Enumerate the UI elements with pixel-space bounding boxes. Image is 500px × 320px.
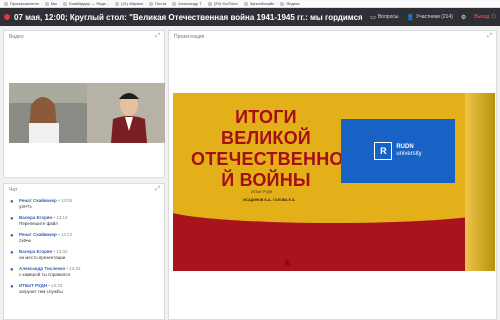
- chat-message: ● Ренат Скайвокер • 13:12 zx6•w: [10, 232, 73, 243]
- bookmark[interactable]: Мы: [45, 1, 57, 6]
- settings-button[interactable]: ⚙: [461, 14, 466, 21]
- bookmark[interactable]: (29) YouTube: [208, 1, 238, 6]
- chat-message: ● ИТБиТ РУДН • 13:33 загрузит тем службы: [10, 283, 63, 294]
- chat-messages: ● Ренат Скайвокер • 13:00 у3г•7з ● Валера Е…: [4, 194, 164, 304]
- expand-icon[interactable]: ⤢: [487, 33, 492, 40]
- slide-author: ИТБиТ РУДН: [251, 190, 273, 194]
- expand-icon[interactable]: ⤢: [155, 186, 160, 193]
- user-icon: ●: [10, 233, 14, 239]
- page-title: 07 мая, 12:00; Круглый стол: "Великая От…: [14, 12, 363, 22]
- bookmark[interactable]: Заннобинайн: [244, 1, 275, 6]
- star-icon: ★: [283, 258, 292, 269]
- presentation-slide: ИТОГИ ВЕЛИКОЙ ОТЕЧЕСТВЕННО Й ВОЙНЫ R RUD…: [173, 93, 493, 271]
- chat-bubble-icon: ▭: [370, 14, 376, 21]
- header-bar: 07 мая, 12:00; Круглый стол: "Великая От…: [0, 8, 500, 26]
- slide-ribbon: [465, 93, 495, 271]
- exit-button[interactable]: Выход ⏻: [474, 14, 496, 21]
- expand-icon[interactable]: ⤢: [155, 33, 160, 40]
- user-icon: 👤: [406, 14, 414, 21]
- user-icon: ●: [10, 216, 14, 222]
- exit-icon: ⏻: [491, 13, 496, 20]
- bookmark[interactable]: Александр Т: [172, 1, 202, 6]
- user-icon: ●: [10, 199, 14, 205]
- rudn-emblem-icon: R: [374, 142, 393, 160]
- slide-bottom-band: [173, 193, 493, 271]
- panel-header: Чат ⤢: [9, 186, 160, 193]
- user-icon: ●: [10, 284, 14, 290]
- video-panel: Видео ⤢: [3, 30, 165, 178]
- video-participants-image: [9, 83, 165, 143]
- bookmarks-bar: Проигрыватели Мы Бомбардир — Янде... (21…: [0, 0, 500, 8]
- presentation-panel: Презентация ⤢ ИТОГИ ВЕЛИКОЙ ОТЕЧЕСТВЕННО …: [168, 30, 497, 320]
- video-stream: [9, 83, 165, 143]
- bookmark[interactable]: Бомбардир — Янде...: [63, 1, 109, 6]
- rudn-logo: R RUDN university: [341, 119, 455, 183]
- chat-message: ● Валера Егорян • 13:32 на место презентац…: [10, 249, 68, 260]
- bookmark[interactable]: Почта: [149, 1, 166, 6]
- participants-button[interactable]: 👤 Участники (214): [406, 14, 452, 21]
- user-icon: ●: [10, 250, 14, 256]
- user-icon: ●: [10, 267, 14, 273]
- bookmark[interactable]: Проигрыватели: [4, 1, 39, 6]
- record-indicator-icon: [4, 14, 10, 20]
- slide-title: ИТОГИ ВЕЛИКОЙ ОТЕЧЕСТВЕННО Й ВОЙНЫ: [191, 107, 344, 190]
- chat-message: ● Александр Тисленко • 13:32 с камерой ты …: [10, 266, 81, 277]
- chat-message: ● Ренат Скайвокер • 13:00 у3г•7з: [10, 198, 73, 209]
- bookmark[interactable]: (21) Bitpskw: [115, 1, 143, 6]
- slide-subauthors: ИСАДИНОВ Б.А., ГАЛОВА Е.А.: [243, 198, 296, 202]
- panel-header: Видео ⤢: [9, 33, 160, 40]
- gear-icon: ⚙: [460, 14, 467, 21]
- bookmark[interactable]: Яндекс: [280, 1, 299, 6]
- chat-message: ● Валера Егорян • 13:12 Перепешите файл: [10, 215, 68, 226]
- panel-header: Презентация ⤢: [174, 33, 492, 40]
- questions-button[interactable]: ▭ Вопросы: [370, 14, 398, 21]
- chat-panel: Чат ⤢ ● Ренат Скайвокер • 13:00 у3г•7з ● Вал…: [3, 183, 165, 320]
